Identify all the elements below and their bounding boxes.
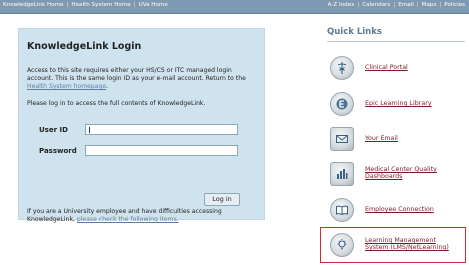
quality-dashboards-link[interactable]: Medical Center Quality Dashboards bbox=[365, 166, 437, 181]
nav-separator: | bbox=[133, 2, 136, 8]
epic-logo-icon bbox=[330, 92, 354, 116]
epic-learning-library-link[interactable]: Epic Learning Library bbox=[365, 100, 432, 107]
top-nav-left: KnowledgeLink Home | Health System Home | UV… bbox=[3, 2, 168, 8]
login-intro-post: . bbox=[106, 83, 109, 90]
login-button[interactable]: Log in bbox=[204, 193, 240, 206]
nav-link-health-system-home[interactable]: Health System Home bbox=[71, 2, 130, 8]
nav-separator: | bbox=[66, 2, 69, 8]
nav-link-email[interactable]: Email bbox=[398, 2, 414, 8]
password-label: Password bbox=[39, 147, 77, 155]
top-nav-bar: KnowledgeLink Home | Health System Home | UV… bbox=[0, 0, 469, 14]
quality-dashboards-line1: Medical Center Quality bbox=[365, 166, 437, 173]
quick-links-divider bbox=[327, 41, 465, 42]
quality-dashboards-line2: Dashboards bbox=[365, 173, 403, 181]
nav-link-policies[interactable]: Policies bbox=[444, 2, 465, 8]
book-icon bbox=[330, 198, 354, 222]
user-id-input[interactable] bbox=[85, 124, 238, 135]
caduceus-icon bbox=[330, 56, 354, 80]
nav-separator: | bbox=[393, 2, 396, 8]
nav-separator: | bbox=[416, 2, 419, 8]
login-instruction: Please log in to access the full content… bbox=[27, 100, 206, 107]
nav-separator: | bbox=[439, 2, 442, 8]
login-intro-pre: Access to this site requires either your… bbox=[27, 67, 246, 82]
nav-link-knowledgelink-home[interactable]: KnowledgeLink Home bbox=[3, 2, 64, 8]
clinical-portal-link[interactable]: Clinical Portal bbox=[365, 64, 408, 71]
health-system-homepage-link[interactable]: Health System homepage bbox=[27, 83, 106, 90]
login-intro-text: Access to this site requires either your… bbox=[27, 67, 259, 91]
lms-highlight-box bbox=[320, 227, 466, 263]
nav-link-az-index[interactable]: A-Z Index bbox=[328, 2, 355, 8]
text-cursor bbox=[89, 127, 90, 133]
quick-links-title: Quick Links bbox=[327, 27, 382, 37]
envelope-icon bbox=[330, 127, 354, 151]
nav-link-uva-home[interactable]: UVa Home bbox=[139, 2, 168, 8]
check-items-link[interactable]: please check the following items. bbox=[77, 216, 179, 223]
nav-separator: | bbox=[357, 2, 360, 8]
login-help-text: If you are a University employee and hav… bbox=[27, 208, 252, 224]
top-nav-right: A-Z Index | Calendars | Email | Maps | Policies bbox=[328, 2, 465, 8]
your-email-link[interactable]: Your Email bbox=[365, 135, 398, 142]
password-input[interactable] bbox=[85, 145, 238, 156]
login-title: KnowledgeLink Login bbox=[27, 41, 142, 52]
login-panel: KnowledgeLink Login Access to this site … bbox=[18, 28, 265, 223]
bar-chart-icon bbox=[330, 162, 354, 186]
user-id-label: User ID bbox=[39, 126, 68, 134]
nav-link-maps[interactable]: Maps bbox=[422, 2, 437, 8]
nav-link-calendars[interactable]: Calendars bbox=[362, 2, 390, 8]
employee-connection-link[interactable]: Employee Connection bbox=[365, 206, 434, 213]
